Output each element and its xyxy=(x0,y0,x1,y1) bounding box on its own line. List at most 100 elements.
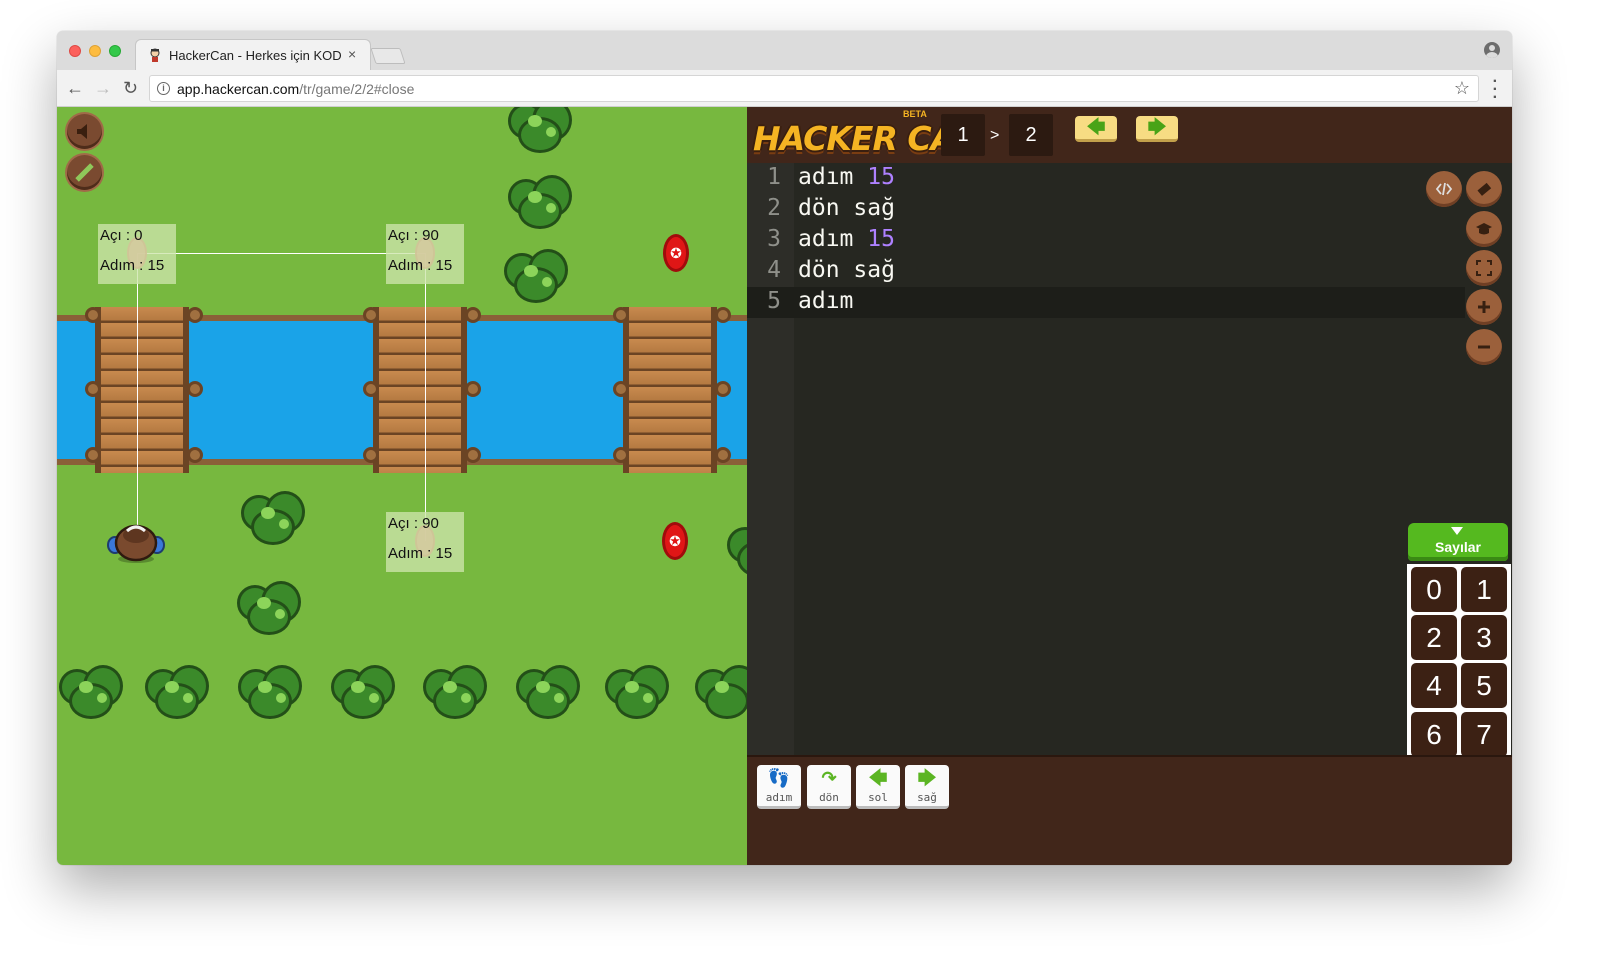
hackercan-logo: HACKER CAN BETA xyxy=(753,109,983,158)
zoom-in-button[interactable] xyxy=(1466,289,1502,325)
steps-label: Adım : 15 xyxy=(388,257,453,274)
number-key-4[interactable]: 4 xyxy=(1411,663,1457,708)
ruler-toggle-button[interactable] xyxy=(67,155,102,190)
sound-toggle-button[interactable] xyxy=(67,114,102,149)
reload-icon[interactable]: ↻ xyxy=(123,77,138,99)
player-character-icon xyxy=(107,524,165,563)
path-line xyxy=(425,253,426,541)
code-command: adım xyxy=(798,164,868,190)
number-key-5[interactable]: 5 xyxy=(1461,663,1507,708)
bridge xyxy=(363,307,481,473)
url-text[interactable]: app.hackercan.com/tr/game/2/2#close xyxy=(177,81,414,97)
clear-code-button[interactable] xyxy=(1466,171,1502,207)
new-tab-button[interactable] xyxy=(370,48,406,64)
line-number: 3 xyxy=(767,226,781,252)
maximize-window-button[interactable] xyxy=(109,45,121,57)
tutorial-button[interactable] xyxy=(1466,211,1502,247)
step-info-box: Açı : 90 Adım : 15 xyxy=(386,512,464,572)
code-editor[interactable]: 1 adım 15 2 dön sağ 3 adım 15 4 dön sağ … xyxy=(747,163,1512,812)
number-key-2[interactable]: 2 xyxy=(1411,615,1457,660)
code-line[interactable]: 1 adım 15 xyxy=(747,163,1407,194)
code-view-button[interactable] xyxy=(1426,171,1462,207)
back-arrow-icon[interactable]: ← xyxy=(66,77,84,99)
block-adim[interactable]: 👣 adım xyxy=(757,765,801,809)
bush xyxy=(721,517,747,581)
block-label: adım xyxy=(765,791,793,804)
editor-panel: HACKER CAN BETA 1 > 2 🡄 🡆 1 adım 15 2 dö… xyxy=(747,107,1512,865)
next-level-button[interactable]: 🡆 xyxy=(1136,116,1178,142)
steps-label: Adım : 15 xyxy=(100,257,165,274)
block-sag[interactable]: 🡆 sağ xyxy=(905,765,949,809)
code-text[interactable]: adım 15 xyxy=(798,226,895,252)
block-sol[interactable]: 🡄 sol xyxy=(856,765,900,809)
previous-level-button[interactable]: 🡄 xyxy=(1075,116,1117,142)
profile-icon[interactable] xyxy=(1484,42,1500,58)
line-number: 5 xyxy=(767,288,781,314)
bush xyxy=(139,659,217,723)
path-line xyxy=(137,253,425,254)
hackercan-favicon-icon xyxy=(150,48,160,62)
close-window-button[interactable] xyxy=(69,45,81,57)
bush xyxy=(689,659,747,723)
code-line[interactable]: 2 dön sağ xyxy=(747,194,1407,225)
graduation-cap-icon xyxy=(1476,223,1492,235)
bookmark-star-icon[interactable]: ☆ xyxy=(1454,78,1470,99)
plus-icon xyxy=(1478,301,1490,313)
game-canvas[interactable]: Açı : 0 Adım : 15 Açı : 90 Adım : 15 Açı… xyxy=(57,107,747,865)
bush xyxy=(232,659,310,723)
step-info-box: Açı : 0 Adım : 15 xyxy=(98,224,176,284)
footsteps-icon: 👣 xyxy=(767,768,791,788)
number-key-7[interactable]: 7 xyxy=(1461,712,1507,757)
code-line[interactable]: 4 dön sağ xyxy=(747,256,1407,287)
code-text[interactable]: dön sağ xyxy=(798,257,895,283)
number-key-3[interactable]: 3 xyxy=(1461,615,1507,660)
bush xyxy=(599,659,677,723)
number-key-0[interactable]: 0 xyxy=(1411,567,1457,612)
numbers-toggle-button[interactable]: Sayılar xyxy=(1408,523,1508,561)
code-command: dön sağ xyxy=(798,257,895,283)
browser-tab[interactable]: HackerCan - Herkes için KODL × xyxy=(135,39,371,70)
angle-label: Açı : 90 xyxy=(388,227,439,244)
tab-close-icon[interactable]: × xyxy=(348,46,356,62)
browser-window: HackerCan - Herkes için KODL × ← → ↻ i a… xyxy=(57,31,1512,865)
url-path: /tr/game/2/2#close xyxy=(299,81,415,97)
code-brackets-icon xyxy=(1435,182,1453,196)
number-key-1[interactable]: 1 xyxy=(1461,567,1507,612)
code-text[interactable]: adım xyxy=(798,288,853,314)
bush xyxy=(502,169,580,233)
code-number: 15 xyxy=(867,226,895,252)
bridge xyxy=(613,307,731,473)
level-separator: > xyxy=(990,127,1000,144)
forward-arrow-icon[interactable]: → xyxy=(94,77,112,99)
right-arrow-icon: 🡆 xyxy=(917,768,937,788)
code-line-active[interactable]: 5 adım xyxy=(747,287,1465,318)
code-text[interactable]: dön sağ xyxy=(798,195,895,221)
block-don[interactable]: ↷ dön xyxy=(807,765,851,809)
line-number: 4 xyxy=(767,257,781,283)
code-text[interactable]: adım 15 xyxy=(798,164,895,190)
stage-number: 2 xyxy=(1009,114,1053,156)
bush xyxy=(325,659,403,723)
line-number: 1 xyxy=(767,164,781,190)
site-info-icon[interactable]: i xyxy=(157,82,170,95)
minus-icon xyxy=(1478,345,1490,349)
bush xyxy=(235,485,313,549)
number-key-6[interactable]: 6 xyxy=(1411,712,1457,757)
fullscreen-button[interactable] xyxy=(1466,250,1502,286)
zoom-out-button[interactable] xyxy=(1466,329,1502,365)
ruler-icon xyxy=(75,163,94,182)
world-number: 1 xyxy=(941,114,985,156)
eraser-icon xyxy=(1477,182,1492,196)
bush xyxy=(57,659,131,723)
address-bar[interactable]: i app.hackercan.com/tr/game/2/2#close ☆ xyxy=(149,75,1479,102)
code-command: adım xyxy=(798,288,854,314)
tab-strip: HackerCan - Herkes için KODL × xyxy=(57,31,1512,70)
browser-menu-icon[interactable]: · · · xyxy=(1493,74,1498,106)
bush xyxy=(417,659,495,723)
bush xyxy=(510,659,588,723)
minimize-window-button[interactable] xyxy=(89,45,101,57)
code-line[interactable]: 3 adım 15 xyxy=(747,225,1407,256)
step-info-box: Açı : 90 Adım : 15 xyxy=(386,224,464,284)
block-label: dön xyxy=(819,791,839,804)
code-command: dön sağ xyxy=(798,195,895,221)
